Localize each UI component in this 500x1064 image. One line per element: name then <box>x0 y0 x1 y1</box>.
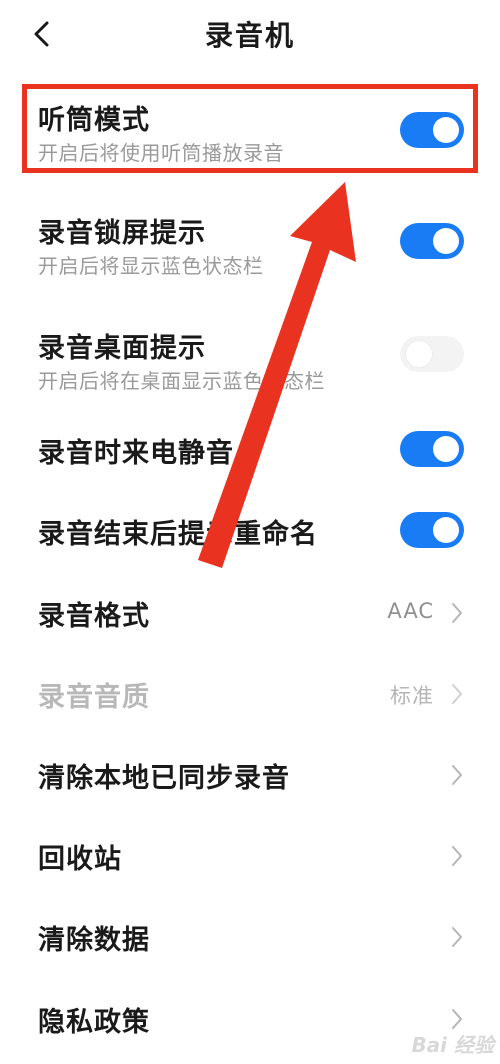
chevron-right-icon <box>450 845 464 867</box>
rename-prompt-toggle[interactable] <box>400 512 464 548</box>
setting-description: 开启后将在桌面显示蓝色状态栏 <box>38 369 325 393</box>
settings-page: 录音机 听筒模式 开启后将使用听筒播放录音 录音锁屏提示 开启后将显示蓝色状态栏… <box>0 0 500 1064</box>
setting-label: 隐私政策 <box>38 1007 150 1038</box>
chevron-right-icon <box>450 1008 464 1030</box>
setting-description: 开启后将使用听筒播放录音 <box>38 141 284 165</box>
setting-mute-calls[interactable]: 录音时来电静音 <box>0 425 500 475</box>
setting-clear-synced[interactable]: 清除本地已同步录音 <box>0 750 500 800</box>
chevron-right-icon <box>450 926 464 948</box>
setting-value: AAC <box>387 599 434 623</box>
desktop-tip-toggle[interactable] <box>400 336 464 372</box>
toggle-knob <box>433 436 459 462</box>
toggle-knob <box>433 228 459 254</box>
lockscreen-tip-toggle[interactable] <box>400 223 464 259</box>
setting-label: 清除数据 <box>38 925 150 956</box>
setting-label: 清除本地已同步录音 <box>38 763 290 794</box>
toggle-knob <box>433 517 459 543</box>
toggle-knob <box>406 341 432 367</box>
setting-label: 回收站 <box>38 844 122 875</box>
setting-label: 录音锁屏提示 <box>38 218 206 249</box>
setting-desktop-tip[interactable]: 录音桌面提示 开启后将在桌面显示蓝色状态栏 <box>0 320 500 400</box>
chevron-right-icon <box>450 602 464 624</box>
setting-label: 听筒模式 <box>38 105 150 136</box>
setting-earpiece-mode[interactable]: 听筒模式 开启后将使用听筒播放录音 <box>0 92 500 172</box>
toggle-knob <box>433 117 459 143</box>
earpiece-mode-toggle[interactable] <box>400 112 464 148</box>
page-title: 录音机 <box>204 19 295 52</box>
mute-calls-toggle[interactable] <box>400 431 464 467</box>
setting-rename-prompt[interactable]: 录音结束后提示重命名 <box>0 506 500 556</box>
app-header: 录音机 <box>0 0 500 75</box>
setting-label: 录音音质 <box>38 682 150 713</box>
setting-value: 标准 <box>390 684 434 708</box>
chevron-right-icon <box>450 683 464 705</box>
setting-label: 录音格式 <box>38 601 150 632</box>
setting-label: 录音时来电静音 <box>38 438 234 469</box>
setting-label: 录音结束后提示重命名 <box>38 519 318 550</box>
setting-description: 开启后将显示蓝色状态栏 <box>38 254 264 278</box>
setting-clear-data[interactable]: 清除数据 <box>0 912 500 962</box>
chevron-right-icon <box>450 764 464 786</box>
setting-recording-quality: 录音音质 标准 <box>0 669 500 719</box>
setting-recycle-bin[interactable]: 回收站 <box>0 831 500 881</box>
setting-lockscreen-tip[interactable]: 录音锁屏提示 开启后将显示蓝色状态栏 <box>0 205 500 285</box>
watermark-logo: Bai 经验 <box>411 1033 494 1057</box>
setting-label: 录音桌面提示 <box>38 333 206 364</box>
setting-recording-format[interactable]: 录音格式 AAC <box>0 588 500 638</box>
